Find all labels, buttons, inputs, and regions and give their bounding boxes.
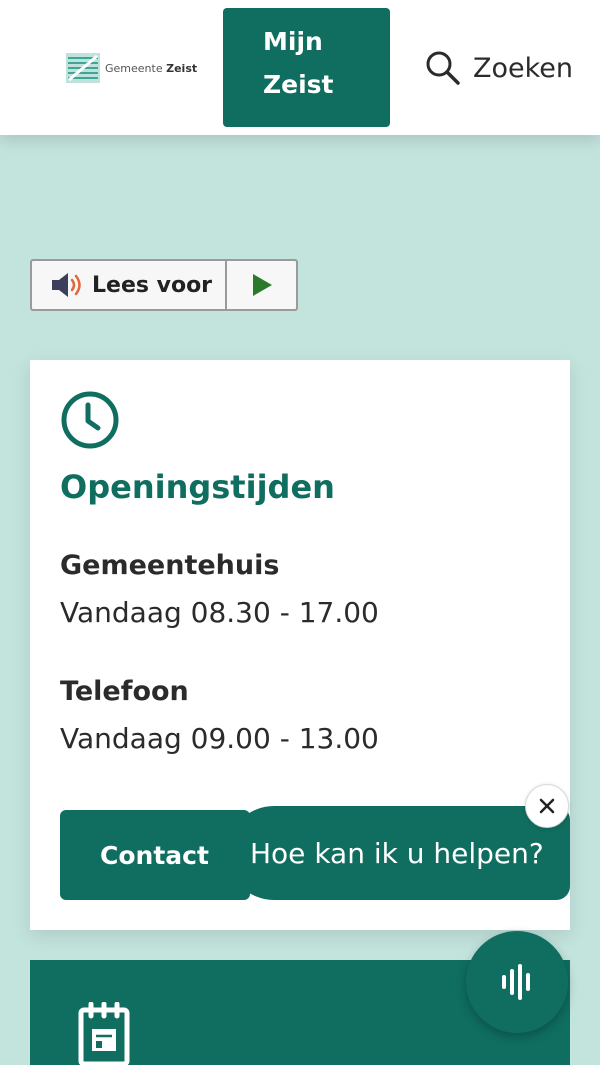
calendar-icon	[78, 1002, 130, 1065]
search-button[interactable]: Zoeken	[425, 48, 573, 88]
voice-wave-icon	[502, 964, 530, 1000]
location-hours-gemeentehuis: Vandaag 08.30 - 17.00	[60, 596, 379, 629]
opening-hours-title: Openingstijden	[60, 468, 335, 506]
mijn-zeist-line1: Mijn	[263, 27, 323, 56]
play-icon	[252, 274, 272, 296]
gemeente-zeist-logo-icon	[66, 53, 100, 83]
search-icon	[426, 51, 460, 85]
search-label: Zoeken	[473, 52, 574, 84]
location-name-gemeentehuis: Gemeentehuis	[60, 550, 280, 581]
close-icon	[539, 798, 555, 814]
play-button[interactable]	[227, 261, 296, 309]
speaker-icon	[52, 273, 81, 297]
chat-prompt-bubble[interactable]: Hoe kan ik u helpen?	[227, 806, 570, 900]
chat-close-button[interactable]	[525, 784, 569, 828]
readspeaker-widget: Lees voor	[30, 259, 298, 311]
clock-icon	[61, 391, 119, 449]
mijn-zeist-line2: Zeist	[263, 70, 334, 99]
read-aloud-label: Lees voor	[92, 272, 213, 298]
voice-assistant-button[interactable]	[466, 931, 568, 1033]
logo-text: Gemeente Zeist	[105, 61, 198, 75]
location-name-telefoon: Telefoon	[60, 676, 189, 707]
site-logo[interactable]: Gemeente Zeist	[66, 52, 197, 84]
location-hours-telefoon: Vandaag 09.00 - 13.00	[60, 722, 379, 755]
contact-button[interactable]: Contact	[60, 810, 250, 900]
mijn-zeist-button[interactable]: Mijn Zeist	[223, 8, 390, 127]
site-header: Gemeente Zeist Mijn Zeist Zoeken	[0, 0, 600, 135]
read-aloud-button[interactable]: Lees voor	[32, 261, 227, 309]
chat-prompt-text: Hoe kan ik u helpen?	[250, 836, 544, 870]
